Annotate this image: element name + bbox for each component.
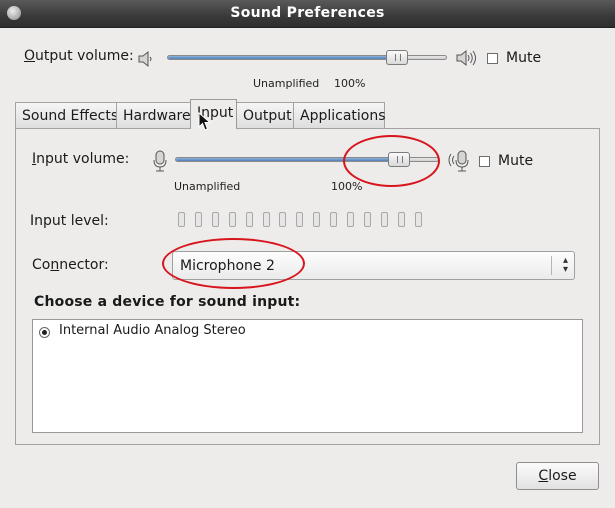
tab-sound-effects[interactable]: Sound Effects — [15, 102, 118, 128]
mouse-cursor-icon — [198, 112, 212, 131]
input-volume-fill — [176, 158, 399, 161]
input-level-segment — [397, 212, 405, 227]
device-name: Internal Audio Analog Stereo — [59, 323, 246, 338]
device-list-heading: Choose a device for sound input: — [34, 294, 301, 310]
tab-applications[interactable]: Applications — [293, 102, 386, 128]
input-level-segment — [347, 212, 354, 227]
input-mute-label[interactable]: Mute — [498, 153, 533, 169]
list-item[interactable]: Internal Audio Analog Stereo — [33, 322, 582, 342]
output-mute-checkbox[interactable] — [487, 53, 498, 64]
close-button[interactable]: Close — [516, 462, 599, 490]
input-level-segment — [363, 212, 371, 227]
speaker-high-icon — [456, 49, 476, 67]
input-level-segment — [414, 212, 422, 227]
input-level-segment — [330, 212, 338, 227]
title-bar[interactable]: Sound Preferences — [0, 0, 615, 28]
input-level-segment — [211, 212, 219, 227]
connector-combobox[interactable]: Microphone 2 ▴ ▾ — [172, 251, 575, 280]
microphone-low-icon — [153, 150, 167, 172]
input-tick-unamplified: Unamplified — [174, 180, 241, 193]
output-tick-100: 100% — [334, 77, 366, 90]
input-device-list[interactable]: Internal Audio Analog Stereo — [32, 319, 583, 433]
device-radio-selected[interactable] — [39, 327, 50, 338]
combobox-arrows-icon: ▴ ▾ — [562, 255, 568, 275]
input-level-label: Input level: — [30, 213, 109, 229]
input-level-segment — [228, 212, 236, 227]
output-tick-unamplified: Unamplified — [253, 77, 320, 90]
input-level-segment — [313, 212, 321, 227]
tab-hardware[interactable]: Hardware — [116, 102, 191, 128]
input-volume-label: Input volume: — [32, 151, 130, 167]
window-title: Sound Preferences — [230, 5, 385, 21]
input-level-segment — [380, 212, 388, 227]
input-level-segment — [279, 212, 287, 227]
microphone-high-icon — [448, 150, 469, 172]
speaker-low-icon — [138, 50, 152, 68]
connector-label: Connector: — [32, 257, 109, 273]
output-volume-thumb[interactable] — [385, 50, 408, 65]
output-volume-fill — [168, 56, 396, 59]
tab-output[interactable]: Output — [236, 102, 294, 128]
input-level-segment — [245, 212, 253, 227]
input-level-segment — [262, 212, 270, 227]
input-level-segment — [194, 212, 202, 227]
input-mute-checkbox[interactable] — [479, 156, 490, 167]
combobox-separator — [551, 256, 552, 275]
input-volume-thumb[interactable] — [388, 152, 411, 167]
input-level-segment — [296, 212, 304, 227]
output-volume-label: Output volume: — [24, 48, 134, 64]
input-tick-100: 100% — [331, 180, 363, 193]
input-level-segment — [178, 212, 185, 227]
connector-value: Microphone 2 — [180, 258, 275, 274]
output-mute-label[interactable]: Mute — [506, 50, 541, 66]
